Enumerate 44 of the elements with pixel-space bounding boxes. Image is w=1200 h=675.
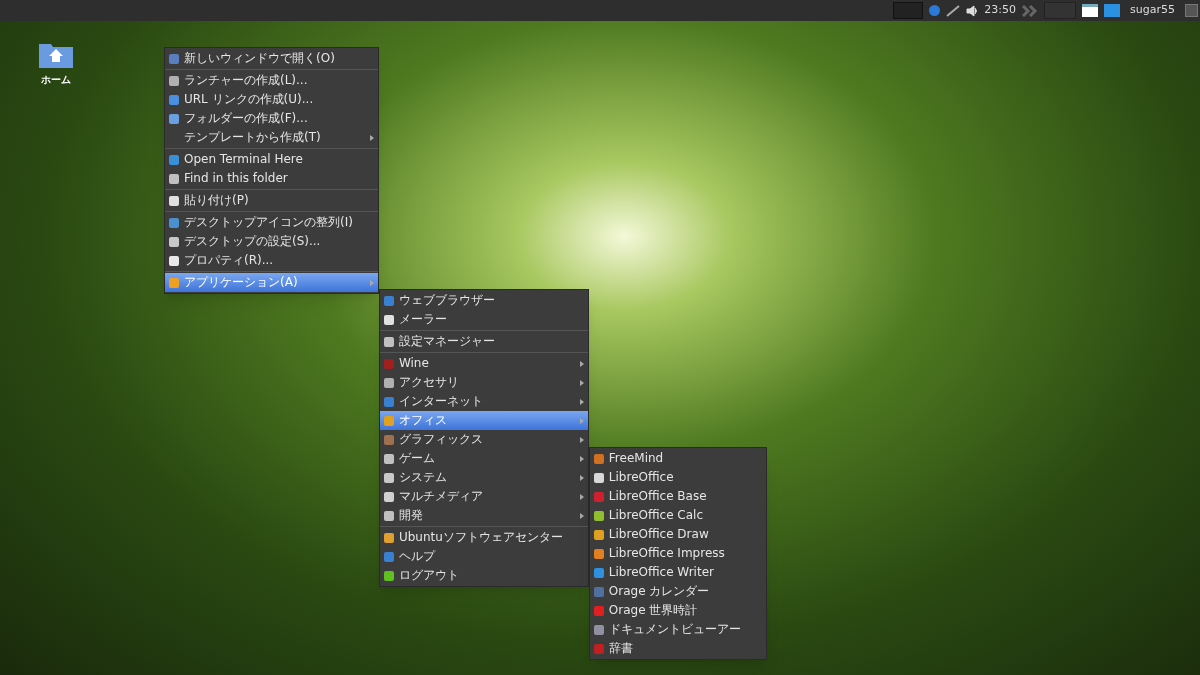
menu-item[interactable]: URL リンクの作成(U)... (165, 90, 378, 109)
menu-item[interactable]: Orage カレンダー (589, 582, 766, 601)
clock: 23:50 (984, 2, 1017, 19)
menu-item[interactable]: プロパティ(R)... (165, 251, 378, 270)
menu-item[interactable]: 貼り付け(P) (165, 191, 378, 210)
menu-item[interactable]: Orage 世界時計 (589, 601, 766, 620)
menu-item[interactable]: 新しいウィンドウで開く(O) (165, 49, 378, 68)
user-name: sugar55 (1129, 2, 1176, 19)
menu-item[interactable]: マルチメディア (379, 487, 588, 506)
menu-item[interactable]: ウェブブラウザー (379, 291, 588, 310)
menu-item[interactable]: システム (379, 468, 588, 487)
desktop-icon-label[interactable]: ホーム (41, 72, 71, 87)
menu-item[interactable]: LibreOffice Calc (589, 506, 766, 525)
menu-item[interactable]: LibreOffice Impress (589, 544, 766, 563)
menu-item[interactable]: ランチャーの作成(L)... (165, 71, 378, 90)
menu-item[interactable]: 開発 (379, 506, 588, 525)
menu-item[interactable]: デスクトップアイコンの整列(I) (165, 213, 378, 232)
menu-item[interactable]: テンプレートから作成(T) (165, 128, 378, 147)
menu-item[interactable]: ゲーム (379, 449, 588, 468)
menu-item[interactable]: Wine (379, 354, 588, 373)
menu-item[interactable]: FreeMind (589, 449, 766, 468)
menu-item[interactable]: Find in this folder (165, 169, 378, 188)
menu-item[interactable]: LibreOffice Base (589, 487, 766, 506)
window-icon[interactable] (1082, 4, 1099, 17)
volume-icon (966, 4, 979, 17)
menu-item[interactable]: アクセサリ (379, 373, 588, 392)
menu-item[interactable]: フォルダーの作成(F)... (165, 109, 378, 128)
menu-item[interactable]: ログアウト (379, 566, 588, 585)
menu-item[interactable]: LibreOffice (589, 468, 766, 487)
menu-item[interactable]: 設定マネージャー (379, 332, 588, 351)
menu-item[interactable]: デスクトップの設定(S)... (165, 232, 378, 251)
menu-item[interactable]: グラフィックス (379, 430, 588, 449)
menu-item[interactable]: LibreOffice Writer (589, 563, 766, 582)
menu-item[interactable]: 辞書 (589, 639, 766, 658)
menu-item[interactable]: LibreOffice Draw (589, 525, 766, 544)
menu-item[interactable]: メーラー (379, 310, 588, 329)
menu-item[interactable]: Ubuntuソフトウェアセンター (379, 528, 588, 547)
info-icon (929, 5, 941, 16)
menu-item[interactable]: ヘルプ (379, 547, 588, 566)
menu-item[interactable]: ドキュメントビューアー (589, 620, 766, 639)
menu-item[interactable]: Open Terminal Here (165, 150, 378, 169)
workspace-switcher[interactable] (893, 2, 924, 19)
menu-item[interactable]: インターネット (379, 392, 588, 411)
chevron-icon (1022, 4, 1039, 17)
